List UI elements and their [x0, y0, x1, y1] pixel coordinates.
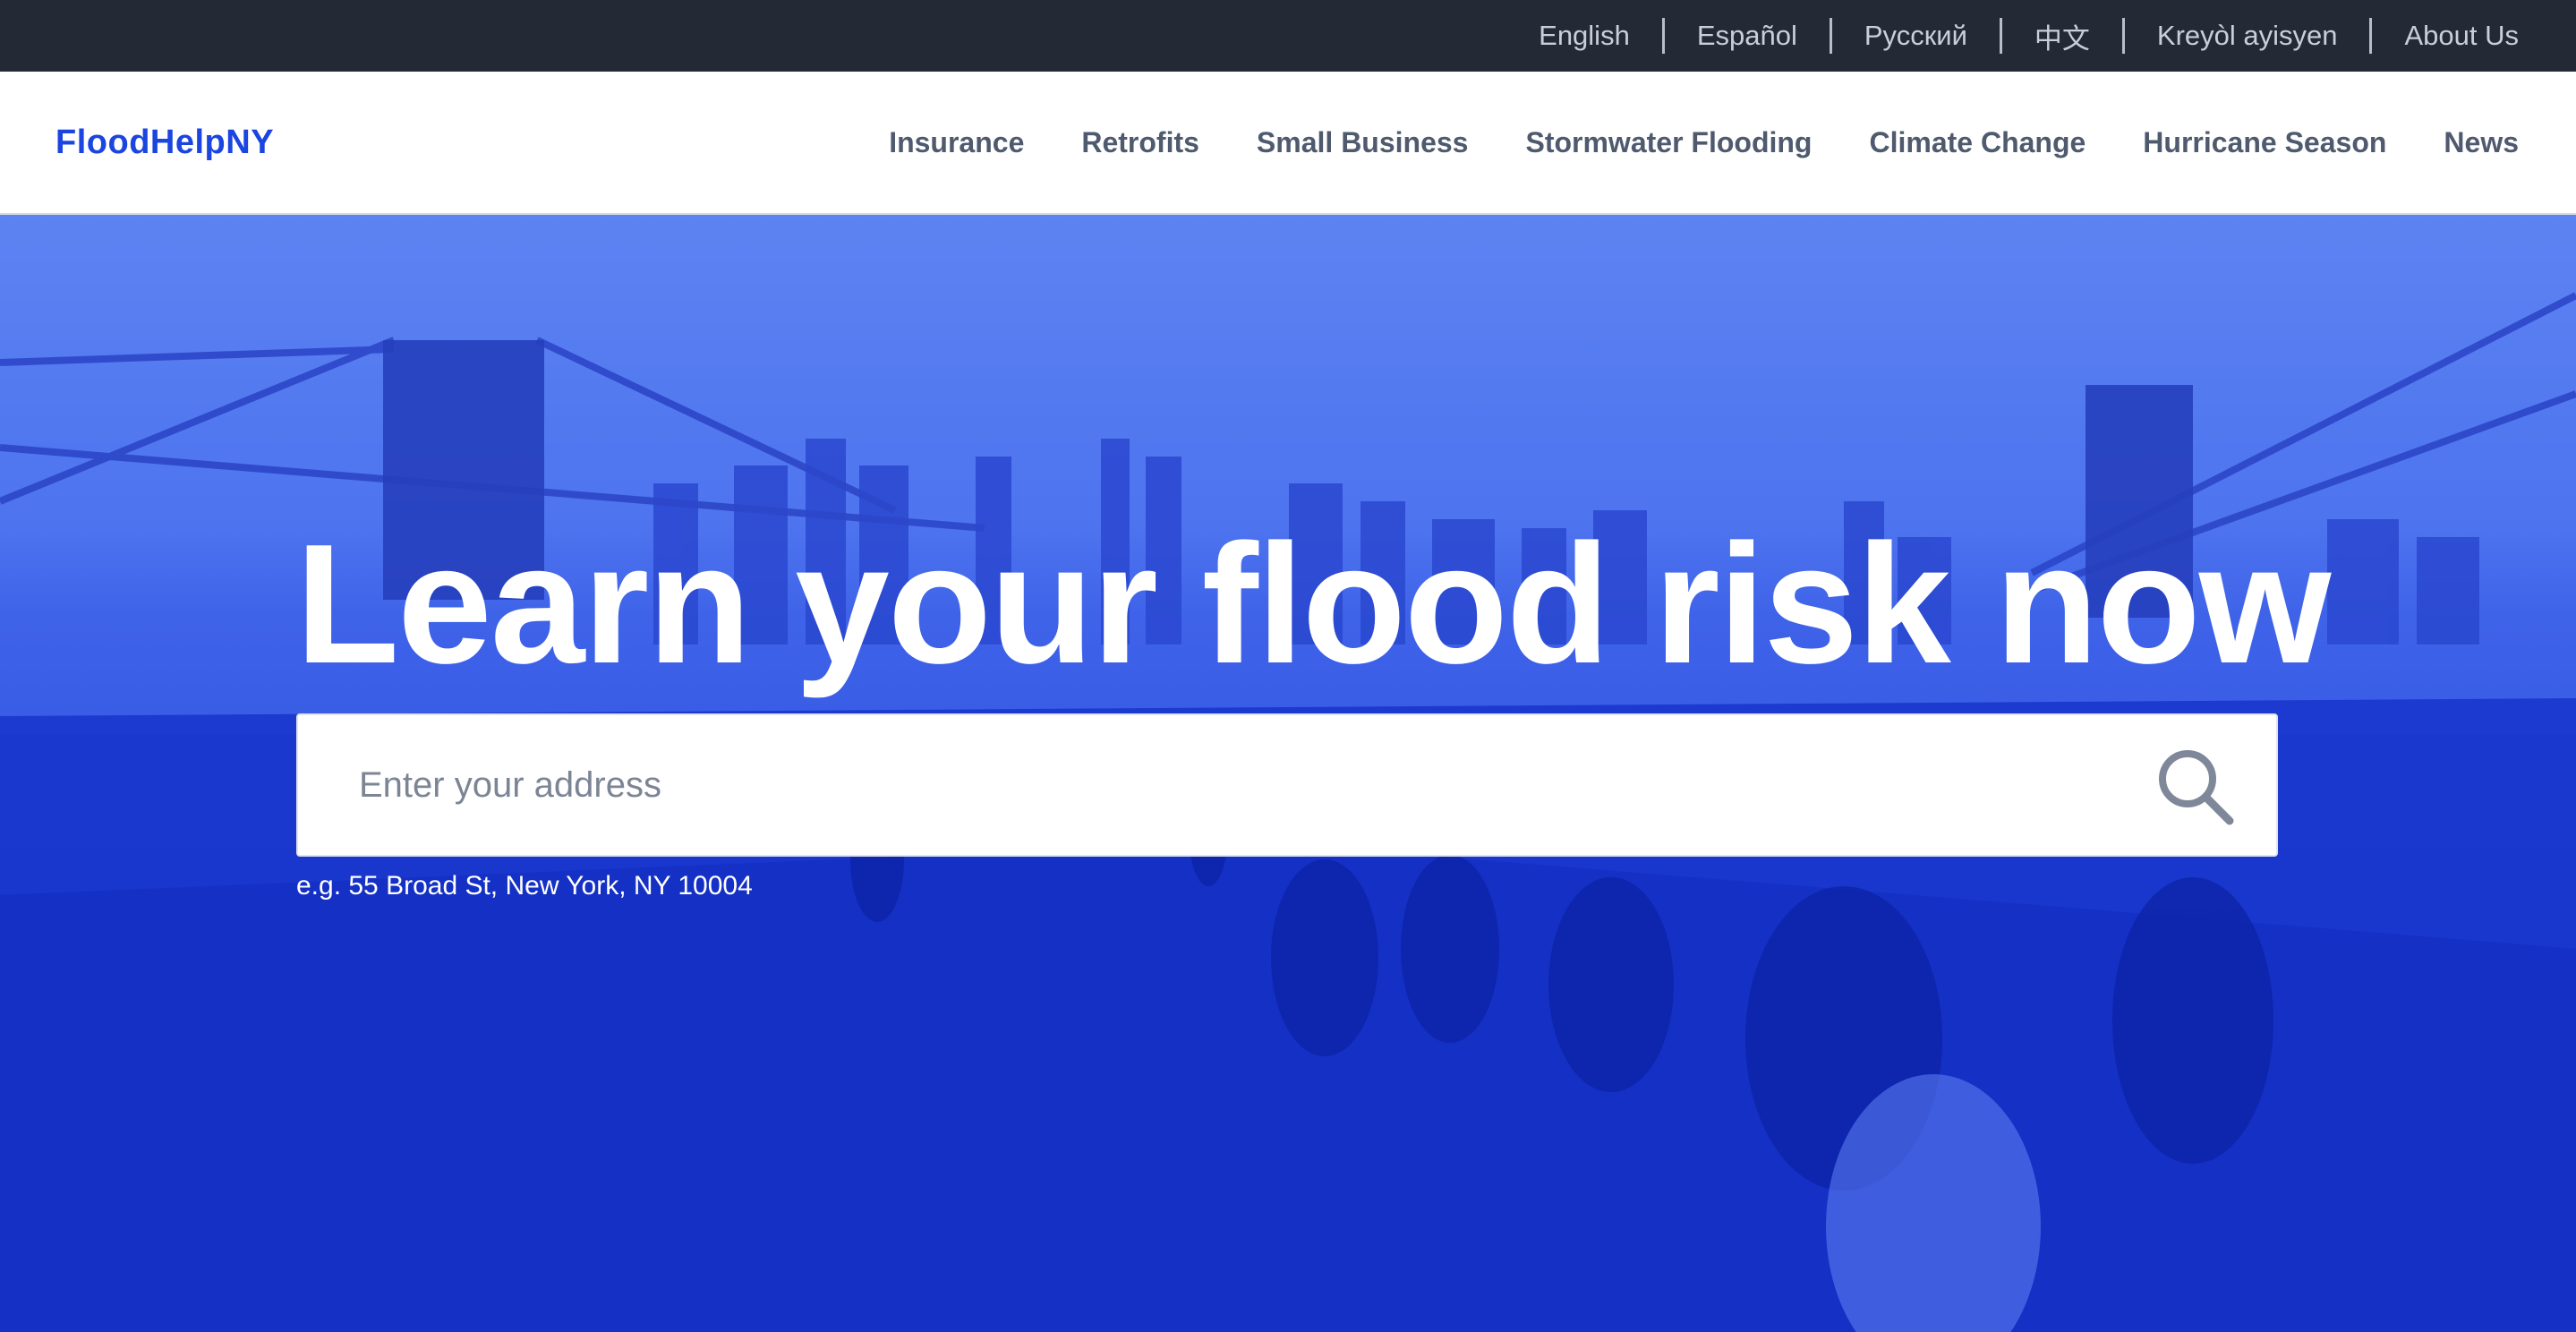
- nav-item-retrofits[interactable]: Retrofits: [1081, 126, 1199, 159]
- nav-item-hurricane-season[interactable]: Hurricane Season: [2143, 126, 2386, 159]
- language-english-link[interactable]: English: [1506, 20, 1662, 52]
- language-chinese-link[interactable]: 中文: [2002, 16, 2122, 56]
- divider: [2369, 18, 2373, 54]
- primary-nav: Insurance Retrofits Small Business Storm…: [889, 126, 2519, 159]
- divider: [1661, 18, 1665, 54]
- nav-item-news[interactable]: News: [2444, 126, 2519, 159]
- nav-item-stormwater-flooding[interactable]: Stormwater Flooding: [1525, 126, 1812, 159]
- language-spanish-link[interactable]: Español: [1665, 20, 1830, 52]
- search-button[interactable]: [2151, 742, 2240, 832]
- address-example-hint: e.g. 55 Broad St, New York, NY 10004: [296, 871, 753, 901]
- hero-title: Learn your flood risk now: [295, 509, 2332, 699]
- divider: [1829, 18, 1832, 54]
- divider: [1999, 18, 2002, 54]
- nav-item-small-business[interactable]: Small Business: [1257, 126, 1469, 159]
- language-bar: English Español Русский 中文 Kreyòl ayisye…: [0, 0, 2576, 72]
- about-us-link[interactable]: About Us: [2372, 20, 2519, 52]
- site-logo[interactable]: FloodHelpNY: [55, 124, 274, 162]
- nav-item-insurance[interactable]: Insurance: [889, 126, 1024, 159]
- main-navbar: FloodHelpNY Insurance Retrofits Small Bu…: [0, 72, 2576, 215]
- search-icon: [2159, 750, 2234, 825]
- address-search-input[interactable]: [357, 740, 2058, 830]
- hero-section: Learn your flood risk now e.g. 55 Broad …: [0, 215, 2576, 1332]
- nav-item-climate-change[interactable]: Climate Change: [1869, 126, 2086, 159]
- language-haitian-creole-link[interactable]: Kreyòl ayisyen: [2125, 20, 2370, 52]
- language-russian-link[interactable]: Русский: [1832, 20, 2000, 52]
- divider: [2121, 18, 2125, 54]
- address-search-box: [296, 713, 2278, 857]
